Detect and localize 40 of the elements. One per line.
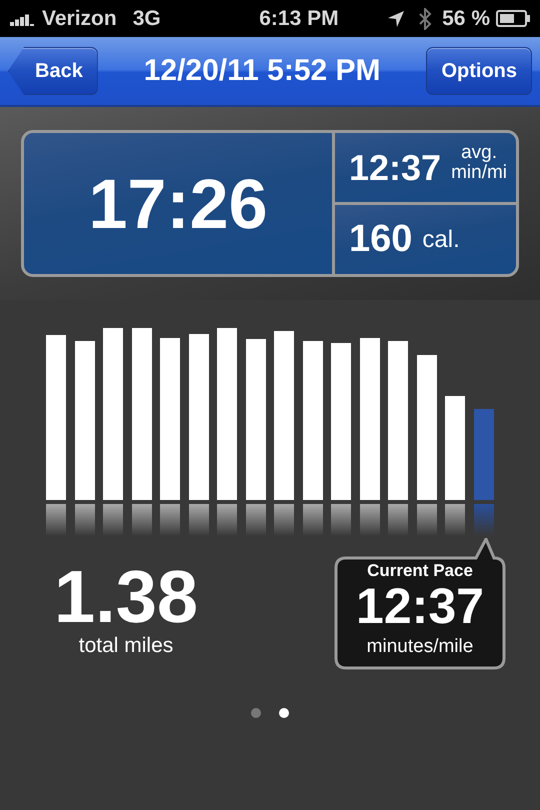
options-button[interactable]: Options xyxy=(426,47,532,95)
battery-percent: 56 % xyxy=(442,6,490,30)
signal-icon xyxy=(10,12,36,26)
distance-value: 1.38 xyxy=(54,560,198,634)
calories: 160 xyxy=(349,218,412,261)
distance-label: total miles xyxy=(78,634,174,658)
location-arrow-icon xyxy=(387,10,406,28)
bar-reflection xyxy=(74,504,94,536)
bar-reflection xyxy=(360,504,380,536)
carrier-name: Verizon xyxy=(42,6,117,30)
bar-reflection xyxy=(217,504,237,536)
bar-reflection xyxy=(388,504,408,536)
bar-reflection xyxy=(246,504,266,536)
pace-unit-label: min/mi xyxy=(451,162,508,182)
duration: 17:26 xyxy=(88,164,268,244)
bar-reflection xyxy=(416,504,436,536)
bar-reflection xyxy=(160,504,180,536)
bar-reflection xyxy=(132,504,152,536)
callout-title: Current Pace xyxy=(367,562,473,580)
callout-unit: minutes/mile xyxy=(366,636,474,658)
back-button[interactable]: Back xyxy=(8,47,98,95)
bar-reflection xyxy=(331,504,351,536)
bar-reflection xyxy=(103,504,123,536)
bar-reflection xyxy=(46,504,66,536)
calories-unit: cal. xyxy=(422,226,460,254)
bar-reflection xyxy=(445,504,465,536)
battery-icon xyxy=(496,10,530,27)
bar-reflection xyxy=(302,504,322,536)
bluetooth-icon xyxy=(419,8,432,30)
bar-reflection xyxy=(274,504,294,536)
network-type: 3G xyxy=(132,6,161,30)
current-pace: 12:37 xyxy=(356,580,484,632)
status-time: 6:13 PM xyxy=(259,6,339,30)
bar-reflection xyxy=(474,504,494,536)
nav-title: 12/20/11 5:52 PM xyxy=(142,54,382,88)
page-dot[interactable] xyxy=(279,708,289,718)
pace-unit-label: avg. xyxy=(461,142,498,162)
bar-reflection xyxy=(188,504,208,536)
average-pace: 12:37 xyxy=(349,146,442,188)
page-dot[interactable] xyxy=(251,708,261,718)
